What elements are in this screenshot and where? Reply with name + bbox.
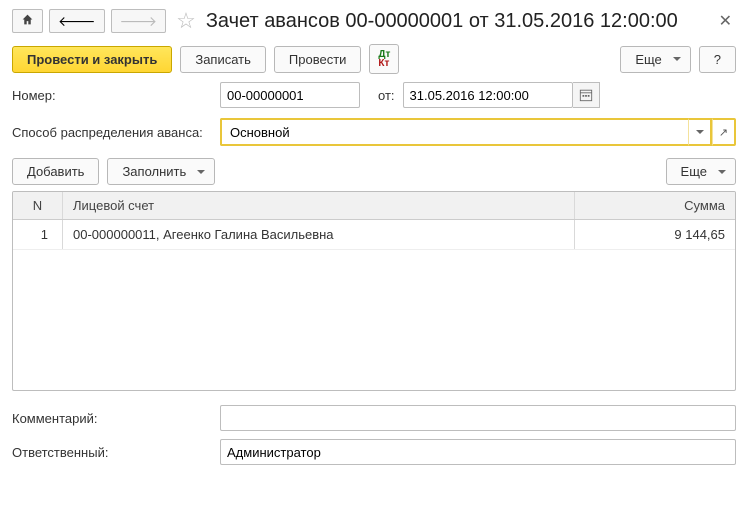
window-title: Зачет авансов 00-00000001 от 31.05.2016 … <box>206 10 678 33</box>
distribution-dropdown-button[interactable] <box>688 118 712 146</box>
back-button[interactable]: 🡐 <box>49 9 105 33</box>
home-icon <box>21 13 34 26</box>
add-row-button[interactable]: Добавить <box>12 158 99 185</box>
number-label: Номер: <box>12 88 212 103</box>
comment-input[interactable] <box>220 405 736 431</box>
help-button[interactable]: ? <box>699 46 736 73</box>
table-row[interactable]: 1 00-000000011, Агеенко Галина Васильевн… <box>13 220 735 250</box>
chevron-down-icon <box>696 130 704 138</box>
cell-account: 00-000000011, Агеенко Галина Васильевна <box>63 220 575 249</box>
table-header: N Лицевой счет Сумма <box>13 192 735 220</box>
distribution-label: Способ распределения аванса: <box>12 125 212 140</box>
home-button[interactable] <box>12 9 43 33</box>
col-header-n[interactable]: N <box>13 192 63 219</box>
col-header-sum[interactable]: Сумма <box>575 192 735 219</box>
distribution-open-button[interactable]: ↗ <box>712 118 736 146</box>
favorite-star-icon[interactable]: ☆ <box>172 8 200 34</box>
post-and-close-button[interactable]: Провести и закрыть <box>12 46 172 73</box>
comment-label: Комментарий: <box>12 411 212 426</box>
calendar-button[interactable] <box>573 82 600 108</box>
calendar-icon <box>579 88 593 102</box>
save-button[interactable]: Записать <box>180 46 266 73</box>
table-more-button[interactable]: Еще <box>666 158 736 185</box>
fill-button[interactable]: Заполнить <box>107 158 215 185</box>
close-icon[interactable]: ✕ <box>715 9 736 33</box>
rows-table: N Лицевой счет Сумма 1 00-000000011, Аге… <box>12 191 736 391</box>
more-button[interactable]: Еще <box>620 46 690 73</box>
forward-button: 🡒 <box>111 9 167 33</box>
distribution-input[interactable] <box>220 118 688 146</box>
dtkt-icon: ДтКт <box>378 50 390 68</box>
number-input[interactable] <box>220 82 360 108</box>
date-input[interactable] <box>403 82 573 108</box>
cell-n: 1 <box>13 220 63 249</box>
cell-sum: 9 144,65 <box>575 220 735 249</box>
post-button[interactable]: Провести <box>274 46 362 73</box>
dtkt-button[interactable]: ДтКт <box>369 44 399 74</box>
responsible-label: Ответственный: <box>12 445 212 460</box>
date-from-label: от: <box>378 88 395 103</box>
col-header-account[interactable]: Лицевой счет <box>63 192 575 219</box>
responsible-input[interactable] <box>220 439 736 465</box>
open-ref-icon: ↗ <box>719 126 728 139</box>
